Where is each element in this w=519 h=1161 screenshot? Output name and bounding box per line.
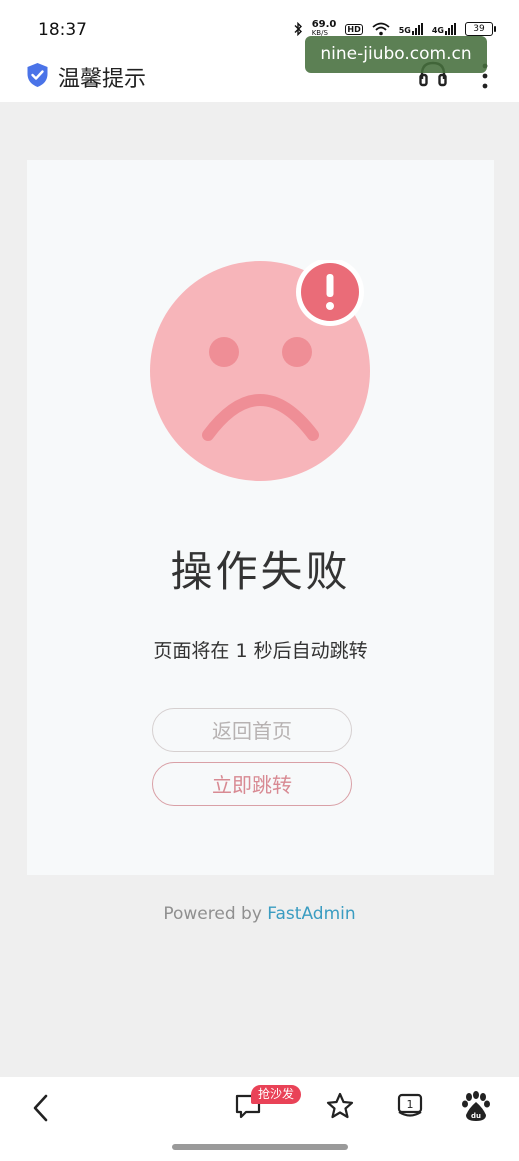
signal-bars-icon — [411, 23, 423, 35]
jump-now-button[interactable]: 立即跳转 — [152, 762, 352, 806]
signal-bars-icon — [445, 23, 456, 35]
signal-4g: 4G — [432, 23, 456, 35]
alert-badge-icon — [296, 260, 364, 326]
tabs-icon[interactable]: 1 — [395, 1091, 425, 1121]
shield-check-icon — [27, 63, 48, 87]
bluetooth-icon — [294, 22, 302, 36]
status-time: 18:37 — [38, 20, 87, 40]
baidu-icon[interactable]: du — [461, 1091, 491, 1123]
sofa-badge: 抢沙发 — [251, 1085, 302, 1104]
wifi-icon — [372, 22, 390, 36]
back-home-button[interactable]: 返回首页 — [152, 708, 352, 752]
sad-face-icon — [150, 260, 370, 481]
watermark: nine-jiubo.com.cn — [305, 36, 487, 73]
powered-by: Powered by FastAdmin — [0, 904, 519, 924]
countdown-text: 页面将在 1 秒后自动跳转 — [153, 640, 368, 662]
battery-icon: 39 — [465, 22, 496, 36]
powered-by-prefix: Powered by — [163, 904, 268, 924]
signal-5g: 5G — [399, 23, 423, 35]
error-title: 操作失败 — [170, 547, 351, 596]
home-indicator — [172, 1144, 348, 1150]
page-title: 温馨提示 — [58, 67, 147, 92]
svg-text:du: du — [471, 1112, 481, 1120]
tabs-count: 1 — [407, 1098, 414, 1111]
back-icon[interactable] — [30, 1093, 52, 1123]
tabs-icon-shape: 1 — [397, 1093, 423, 1117]
star-icon[interactable] — [325, 1091, 355, 1121]
hd-icon: HD — [345, 23, 363, 35]
error-card: 操作失败 页面将在 1 秒后自动跳转 返回首页 立即跳转 — [27, 160, 494, 875]
fastadmin-link[interactable]: FastAdmin — [267, 904, 355, 924]
